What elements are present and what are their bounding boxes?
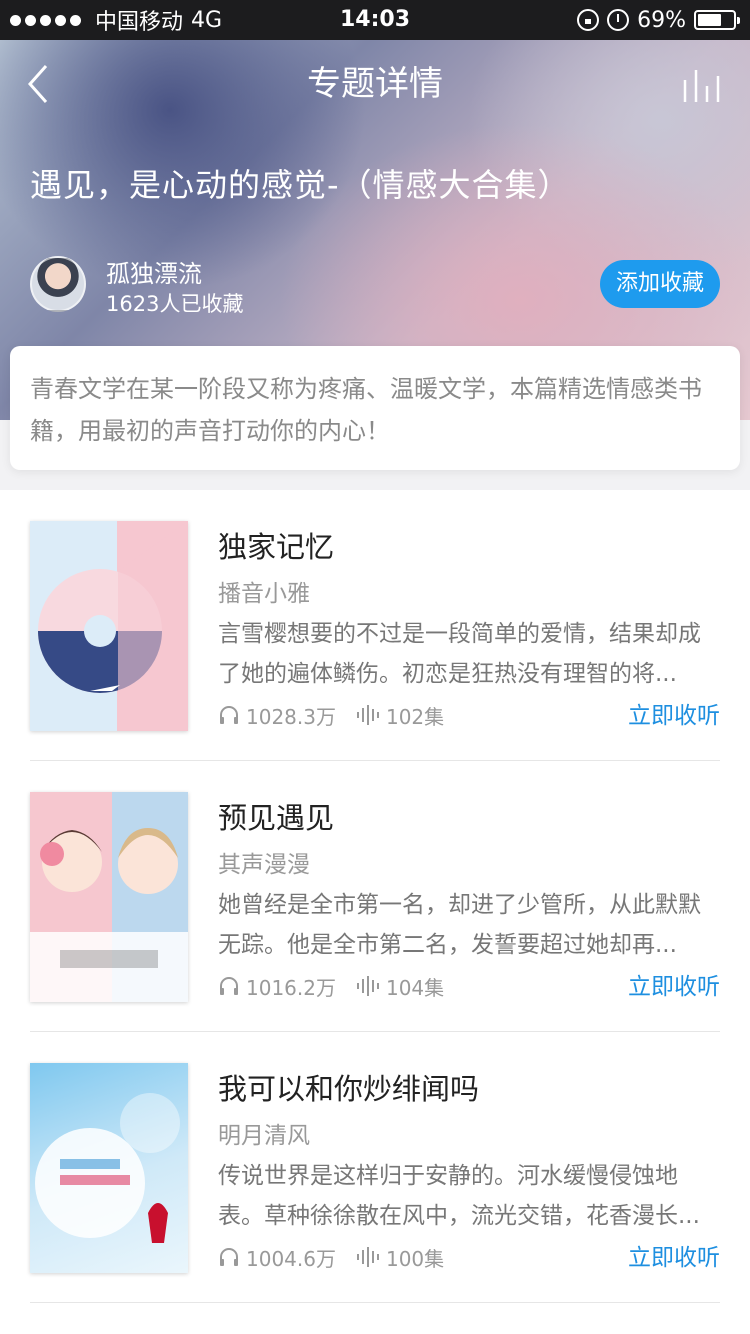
listen-now-button[interactable]: 立即收听 [628,967,720,1001]
stats-button[interactable] [682,64,722,104]
page-title: 专题详情 [307,64,443,104]
book-cover [30,792,188,1002]
favorite-count: 1623人已收藏 [106,292,244,316]
play-count: 1028.3万 [246,704,336,729]
battery-icon [694,10,740,30]
play-count: 1016.2万 [246,975,336,1000]
rotation-lock-icon [577,9,600,31]
listen-now-button[interactable]: 立即收听 [628,1238,720,1272]
headphones-icon [220,706,238,724]
headphones-icon [220,977,238,995]
episode-count: 102集 [385,704,445,729]
headphones-icon [220,1248,238,1266]
topic-description: 青春文学在某一阶段又称为疼痛、温暖文学，本篇精选情感类书籍，用最初的声音打动你的… [10,346,740,470]
book-narrator: 明月清风 [218,1123,310,1149]
book-description: 传说世界是这样归于安静的。河水缓慢侵蚀地表。草种徐徐散在风中，流光交错，花香漫长… [218,1163,700,1229]
audio-wave-icon [356,705,379,725]
audio-wave-icon [356,1247,379,1267]
description-text: 青春文学在某一阶段又称为疼痛、温暖文学，本篇精选情感类书籍，用最初的声音打动你的… [30,375,702,445]
book-narrator: 其声漫漫 [218,852,310,878]
topic-title: 遇见，是心动的感觉-（情感大合集） [30,166,571,204]
book-title: 我可以和你炒绯闻吗 [218,1072,480,1106]
list-item[interactable]: 独家记忆 播音小雅 言雪樱想要的不过是一段简单的爱情，结果却成了她的遍体鳞伤。初… [30,490,720,761]
book-description: 她曾经是全市第一名，却进了少管所，从此默默无踪。他是全市第二名，发誓要超过她却再… [218,892,701,958]
book-description: 言雪樱想要的不过是一段简单的爱情，结果却成了她的遍体鳞伤。初恋是狂热没有理智的将… [218,621,701,687]
listen-now-button[interactable]: 立即收听 [628,696,720,730]
book-list: 独家记忆 播音小雅 言雪樱想要的不过是一段简单的爱情，结果却成了她的遍体鳞伤。初… [0,490,750,1334]
add-favorite-button[interactable]: 添加收藏 [600,260,720,308]
status-bar: 中国移动 4G 14:03 69% [0,0,750,40]
book-title: 预见遇见 [218,801,335,835]
book-narrator: 播音小雅 [218,581,310,607]
list-item[interactable]: 预见遇见 其声漫漫 她曾经是全市第一名，却进了少管所，从此默默无踪。他是全市第二… [30,761,720,1032]
play-count: 1004.6万 [246,1246,336,1271]
episode-count: 100集 [385,1246,445,1271]
audio-wave-icon [356,976,379,996]
alarm-icon [607,9,630,31]
episode-count: 104集 [385,975,445,1000]
avatar[interactable] [30,256,86,312]
book-title: 独家记忆 [218,530,335,564]
author-name[interactable]: 孤独漂流 [106,254,202,289]
book-cover [30,521,188,731]
navigation-bar: 专题详情 [0,40,750,128]
battery-percent: 69% [637,7,686,33]
list-item[interactable]: 我可以和你炒绯闻吗 明月清风 传说世界是这样归于安静的。河水缓慢侵蚀地表。草种徐… [30,1032,720,1303]
bar-chart-icon [683,70,720,102]
book-cover [30,1063,188,1273]
